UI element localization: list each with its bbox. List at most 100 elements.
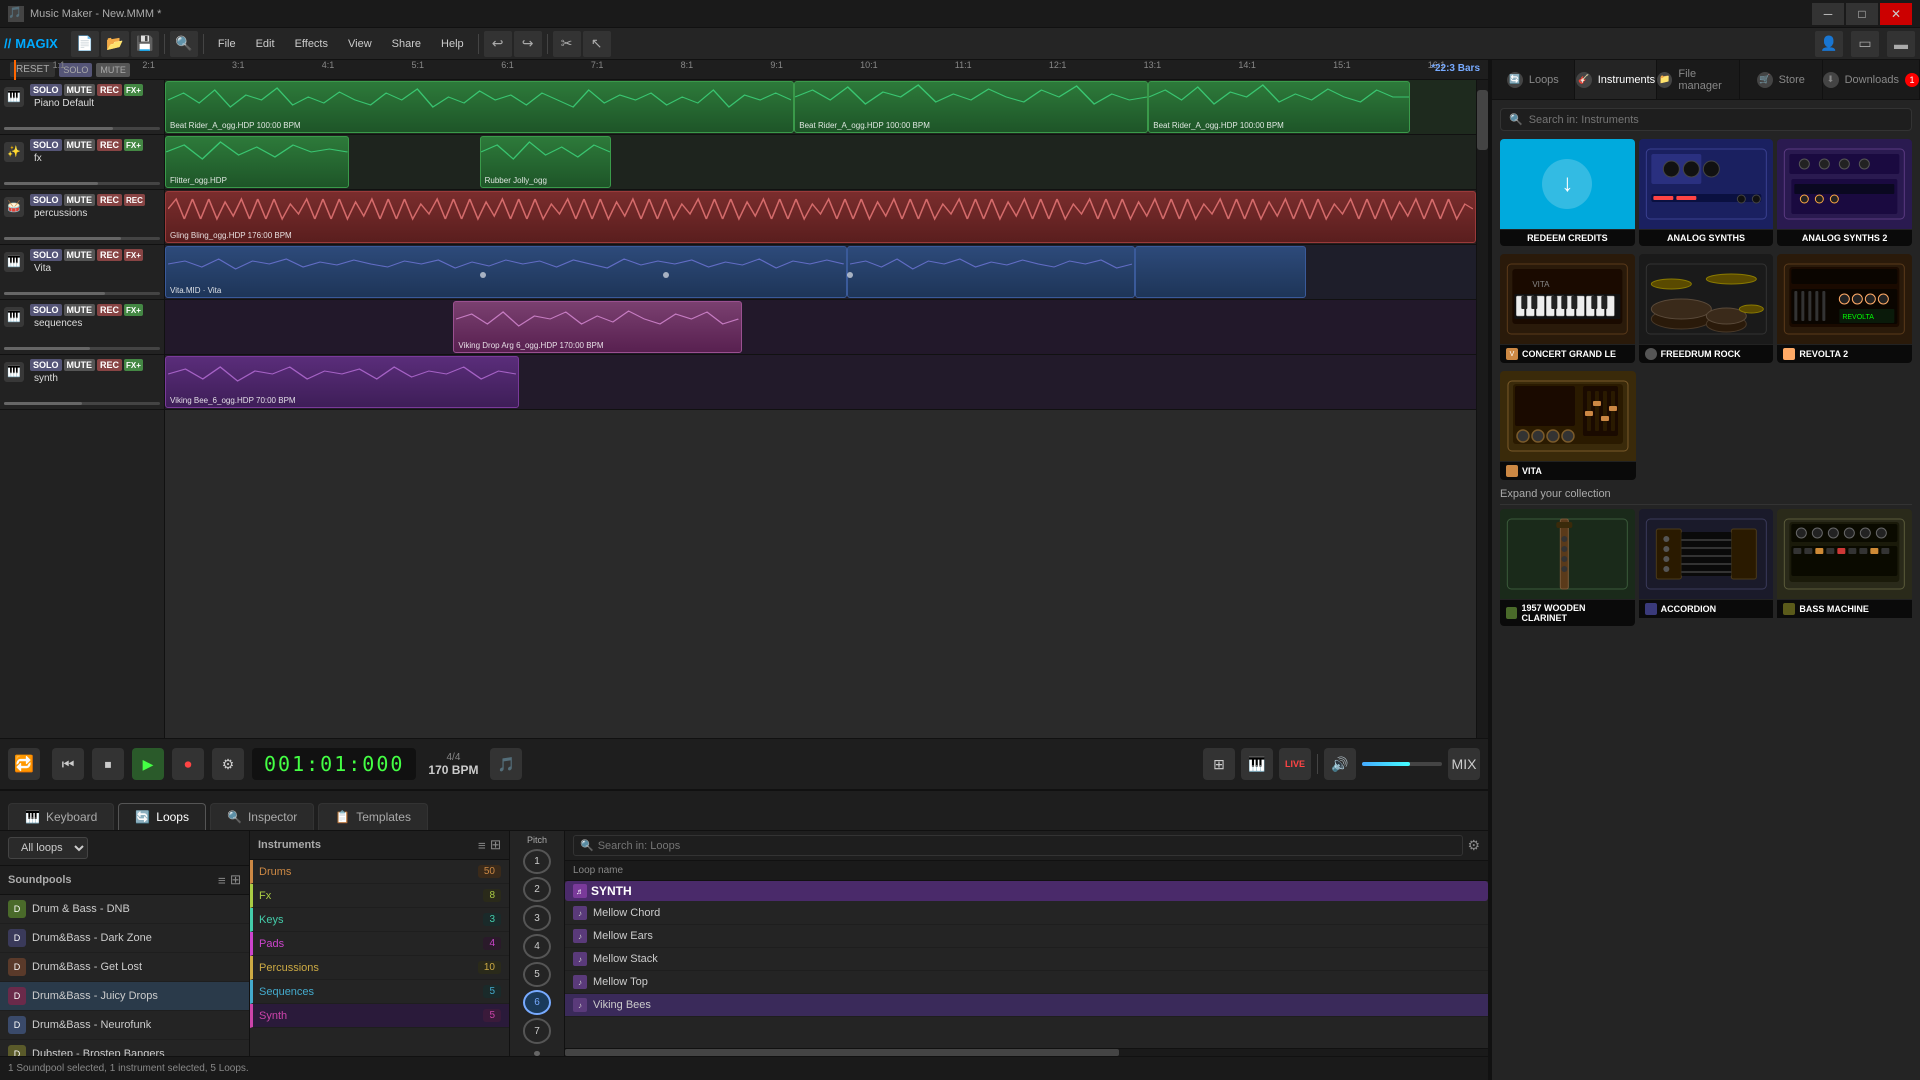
right-search-input[interactable] [1529,114,1903,126]
soundpools-view-button[interactable]: ⊞ [230,872,241,888]
scrollbar-thumb[interactable] [1477,90,1488,150]
instr-item-seq[interactable]: Sequences 5 [250,980,509,1004]
loop-item-mellow-top[interactable]: ♪ Mellow Top [565,971,1488,994]
pitch-6[interactable]: 6 [523,990,551,1015]
instr-item-drums[interactable]: Drums 50 [250,860,509,884]
account-button[interactable]: 👤 [1815,31,1843,57]
soundpool-item-dnb[interactable]: D Drum & Bass - DNB [0,895,249,924]
track-2-rec[interactable]: REC [97,139,122,151]
right-tab-downloads[interactable]: ⬇ Downloads 1 [1823,60,1920,99]
track-4-volume[interactable] [4,292,160,295]
menu-file[interactable]: File [208,34,246,54]
loop-button[interactable]: 🔁 [8,748,40,780]
track-3-solo[interactable]: SOLO [30,194,62,206]
undo-button[interactable]: ↩ [484,31,512,57]
track-2-volume[interactable] [4,182,160,185]
pitch-1[interactable]: 1 [523,849,551,874]
menu-view[interactable]: View [338,34,382,54]
track-4-rec[interactable]: REC [97,249,122,261]
track-4-fx[interactable]: FX+ [124,249,143,261]
track-3-rec[interactable]: REC [97,194,122,206]
pitch-5[interactable]: 5 [523,962,551,987]
track-5-mute[interactable]: MUTE [64,304,96,316]
clip-1-3[interactable]: Beat Rider_A_ogg.HDP 100:00 BPM [1148,81,1410,133]
card-freedrum-rock[interactable]: FREEDRUM ROCK [1639,254,1774,363]
right-tab-store[interactable]: 🛒 Store [1740,60,1823,99]
loop-item-viking-bees[interactable]: ♪ Viking Bees [565,994,1488,1017]
play-button[interactable]: ▶ [132,748,164,780]
settings-panel-button[interactable]: ▭ [1851,31,1879,57]
card-accordion[interactable]: ACCORDION [1639,509,1774,626]
pitch-4[interactable]: 4 [523,934,551,959]
soundpool-item-juicy[interactable]: D Drum&Bass - Juicy Drops [0,982,249,1011]
track-5-fx[interactable]: FX+ [124,304,143,316]
track-6-mute[interactable]: MUTE [64,359,96,371]
loop-item-mellow-stack[interactable]: ♪ Mellow Stack [565,948,1488,971]
right-tab-instruments[interactable]: 🎸 Instruments [1575,60,1658,99]
track-6-solo[interactable]: SOLO [30,359,62,371]
track-3-mute[interactable]: MUTE [64,194,96,206]
grid-view-button[interactable]: ⊞ [1203,748,1235,780]
new-button[interactable]: 📄 [71,31,99,57]
pitch-3[interactable]: 3 [523,905,551,930]
card-analog-synths2[interactable]: ANALOG SYNTHS 2 [1777,139,1912,246]
soundpool-item-dark[interactable]: D Drum&Bass - Dark Zone [0,924,249,953]
card-revolta2[interactable]: REVOLTA REVOLTA 2 [1777,254,1912,363]
save-button[interactable]: 💾 [131,31,159,57]
track-1-volume[interactable] [4,127,160,130]
tab-keyboard[interactable]: 🎹 Keyboard [8,803,114,830]
track-1-mute[interactable]: MUTE [64,84,96,96]
instr-item-perc[interactable]: Percussions 10 [250,956,509,980]
soundpool-item-neuro[interactable]: D Drum&Bass - Neurofunk [0,1011,249,1040]
tab-loops[interactable]: 🔄 Loops [118,803,206,830]
track-3-fx[interactable]: REC [124,194,145,206]
track-2-mute[interactable]: MUTE [64,139,96,151]
track-2-solo[interactable]: SOLO [30,139,62,151]
stop-button[interactable]: ⏹ [92,748,124,780]
card-clarinet[interactable]: 1957 WOODEN CLARINET [1500,509,1635,626]
soundpools-sort-button[interactable]: ≡ [218,872,226,888]
clip-4-2[interactable] [847,246,1135,298]
clip-3-1[interactable]: Gling Bling_ogg.HDP 176:00 BPM [165,191,1476,243]
card-analog-synths[interactable]: ANALOG SYNTHS [1639,139,1774,246]
vol-mute-button[interactable]: 🔊 [1324,748,1356,780]
all-loops-dropdown[interactable]: All loops [8,837,88,859]
instr-item-keys[interactable]: Keys 3 [250,908,509,932]
clip-6-1[interactable]: Viking Bee_6_ogg.HDP 70:00 BPM [165,356,519,408]
tab-inspector[interactable]: 🔍 Inspector [210,803,314,830]
menu-edit[interactable]: Edit [246,34,285,54]
menu-effects[interactable]: Effects [285,34,338,54]
record-button[interactable]: ⏺ [172,748,204,780]
clip-4-3[interactable] [1135,246,1305,298]
redo-button[interactable]: ↪ [514,31,542,57]
right-tab-loops[interactable]: 🔄 Loops [1492,60,1575,99]
clip-2-2[interactable]: Rubber Jolly_ogg [480,136,611,188]
vertical-scrollbar[interactable] [1476,80,1488,738]
card-redeem-credits[interactable]: ↓ REDEEM CREDITS [1500,139,1635,246]
track-5-volume[interactable] [4,347,160,350]
clip-5-1[interactable]: Viking Drop Arg 6_ogg.HDP 170:00 BPM [453,301,741,353]
instr-item-synth[interactable]: Synth 5 [250,1004,509,1028]
track-4-mute[interactable]: MUTE [64,249,96,261]
search-tool-button[interactable]: 🔍 [170,31,198,57]
instr-item-pads[interactable]: Pads 4 [250,932,509,956]
collapse-button[interactable]: ▬ [1887,31,1915,57]
open-button[interactable]: 📂 [101,31,129,57]
track-1-rec[interactable]: REC [97,84,122,96]
cut-tool[interactable]: ✂ [553,31,581,57]
clip-1-1[interactable]: Beat Rider_A_ogg.HDP 100:00 BPM [165,81,794,133]
soundpool-item-lost[interactable]: D Drum&Bass - Get Lost [0,953,249,982]
menu-help[interactable]: Help [431,34,474,54]
card-vita[interactable]: VITA [1500,371,1636,480]
track-2-fx[interactable]: FX+ [124,139,143,151]
track-1-solo[interactable]: SOLO [30,84,62,96]
minimize-button[interactable]: ─ [1812,3,1844,25]
loop-search-input[interactable] [598,840,1457,852]
transport-settings-button[interactable]: ⚙ [212,748,244,780]
track-5-rec[interactable]: REC [97,304,122,316]
card-concert-grand[interactable]: VITA V CONCERT GRAND LE [1500,254,1635,363]
piano-roll-button[interactable]: 🎹 [1241,748,1273,780]
card-bass-machine[interactable]: BASS MACHINE [1777,509,1912,626]
volume-slider[interactable] [1362,762,1442,766]
track-1-fx[interactable]: FX+ [124,84,143,96]
